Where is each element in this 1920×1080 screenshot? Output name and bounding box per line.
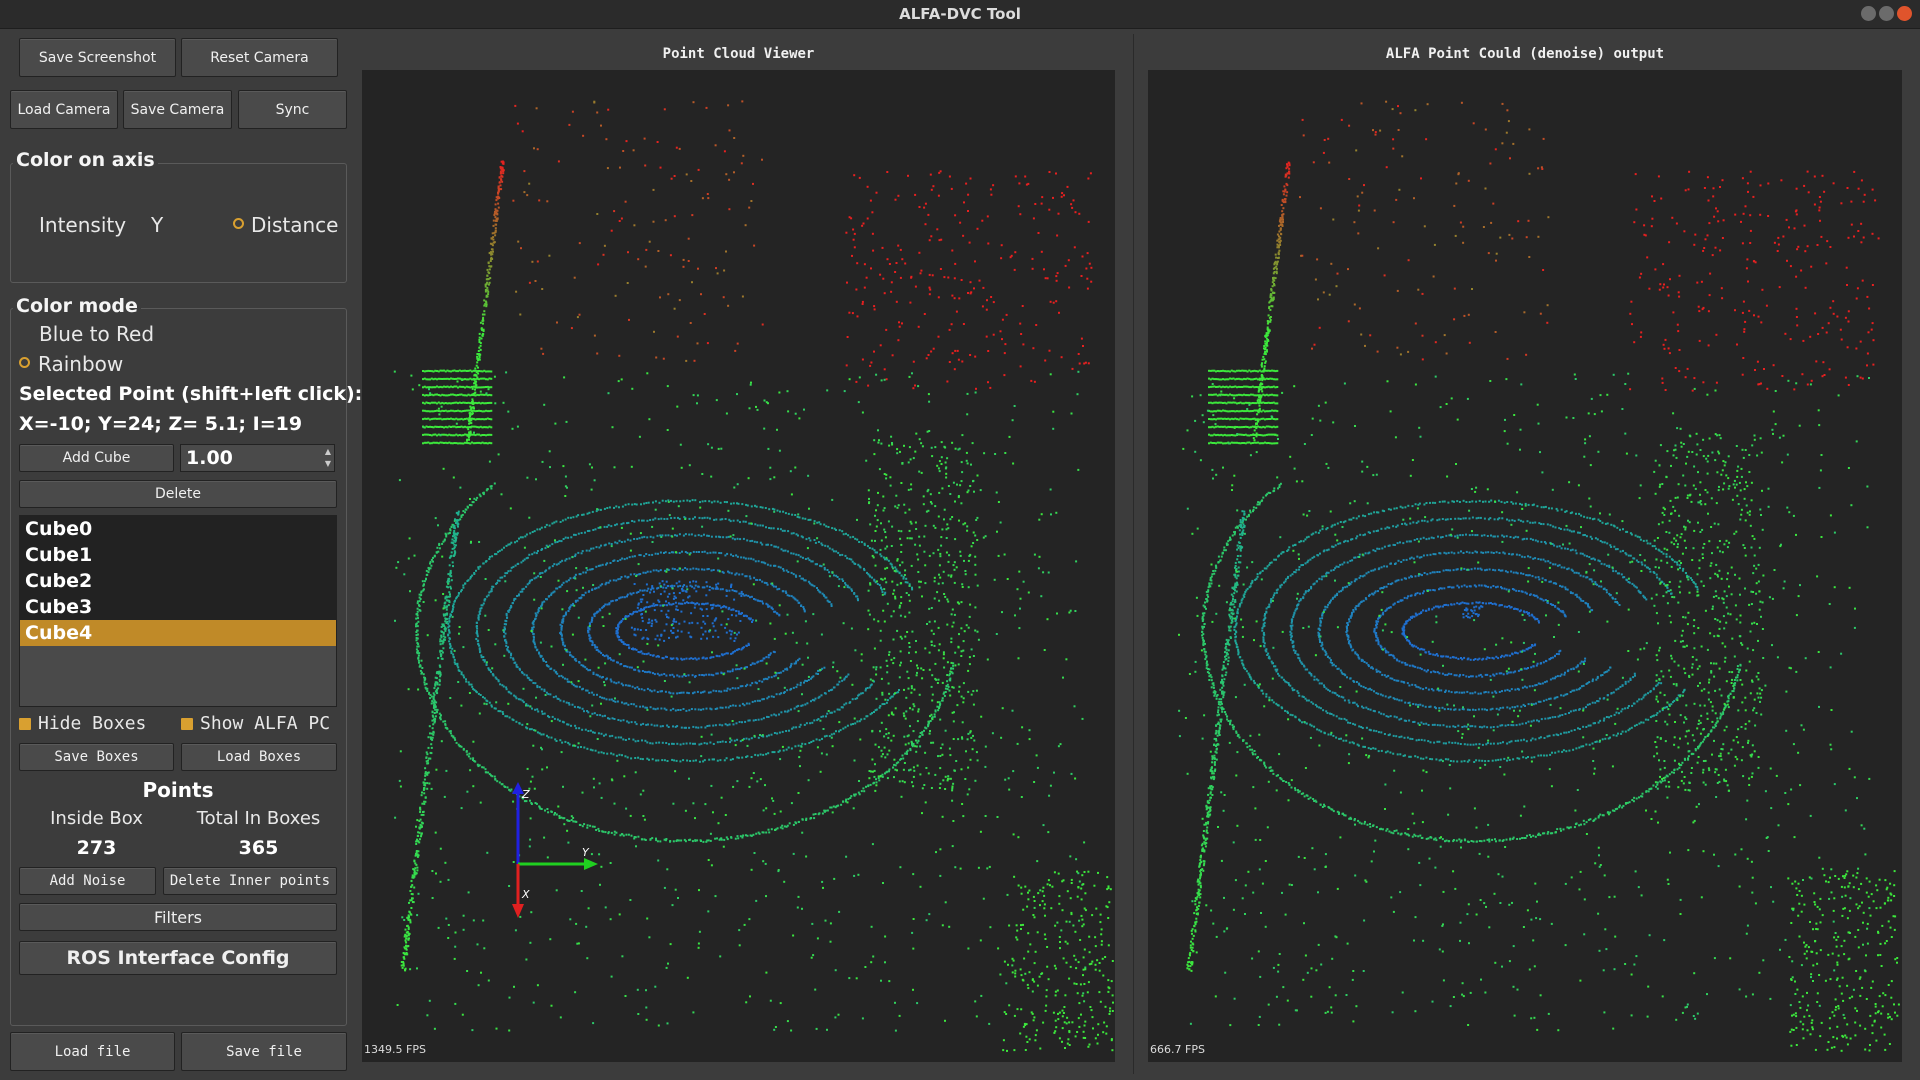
x-axis-arrow — [512, 904, 524, 918]
cube-list-item[interactable]: Cube1 — [20, 542, 336, 568]
inside-box-label: Inside Box — [50, 808, 143, 829]
denoise-output-viewer-title: ALFA Point Could (denoise) output — [1385, 46, 1665, 62]
distance-radio[interactable] — [233, 218, 244, 229]
blue-to-red-option[interactable]: Blue to Red — [39, 322, 154, 346]
color-mode-label: Color mode — [13, 295, 141, 317]
save-file-button[interactable]: Save file — [181, 1032, 347, 1071]
color-on-axis-label: Color on axis — [13, 149, 158, 171]
inside-box-value: 273 — [76, 837, 117, 859]
save-boxes-button[interactable]: Save Boxes — [19, 743, 174, 771]
save-screenshot-button[interactable]: Save Screenshot — [19, 38, 176, 77]
ros-interface-config-button[interactable]: ROS Interface Config — [19, 941, 337, 975]
point-cloud-viewer[interactable]: Z Y X 1349.5 FPS — [362, 70, 1115, 1062]
cube-list-item[interactable]: Cube4 — [20, 620, 336, 646]
reset-camera-button[interactable]: Reset Camera — [181, 38, 338, 77]
hide-boxes-label[interactable]: Hide Boxes — [38, 713, 146, 734]
distance-option[interactable]: Distance — [251, 213, 338, 237]
load-file-button[interactable]: Load file — [10, 1032, 175, 1071]
selected-point-value: X=-10; Y=24; Z= 5.1; I=19 — [19, 413, 303, 435]
load-camera-button[interactable]: Load Camera — [10, 90, 118, 129]
minimize-icon[interactable] — [1861, 6, 1876, 21]
y-axis-label: Y — [582, 846, 589, 859]
maximize-icon[interactable] — [1879, 6, 1894, 21]
denoise-output-viewer[interactable]: 666.7 FPS — [1148, 70, 1902, 1062]
points-label: Points — [142, 778, 214, 802]
show-alfa-pc-checkbox[interactable] — [181, 718, 193, 730]
title-bar: ALFA-DVC Tool — [0, 0, 1920, 29]
cube-list-item[interactable]: Cube3 — [20, 594, 336, 620]
fps-counter: 666.7 FPS — [1150, 1043, 1205, 1056]
hide-boxes-checkbox[interactable] — [19, 718, 31, 730]
x-axis-label: X — [522, 888, 530, 901]
delete-inner-points-button[interactable]: Delete Inner points — [163, 867, 337, 895]
cube-size-value: 1.00 — [186, 447, 233, 469]
cube-list[interactable]: Cube0 Cube1 Cube2 Cube3 Cube4 — [19, 515, 337, 707]
denoise-point-cloud-canvas[interactable] — [1148, 70, 1902, 1062]
window-title: ALFA-DVC Tool — [899, 5, 1021, 23]
add-cube-button[interactable]: Add Cube — [19, 444, 174, 472]
y-axis-arrow — [584, 858, 598, 870]
add-noise-button[interactable]: Add Noise — [19, 867, 156, 895]
chevron-down-icon[interactable]: ▼ — [325, 459, 331, 468]
delete-button[interactable]: Delete — [19, 480, 337, 508]
intensity-option[interactable]: Intensity — [39, 213, 126, 237]
cube-list-item[interactable]: Cube2 — [20, 568, 336, 594]
load-boxes-button[interactable]: Load Boxes — [181, 743, 337, 771]
close-icon[interactable] — [1897, 6, 1912, 21]
show-alfa-pc-label[interactable]: Show ALFA PC — [200, 713, 330, 734]
rainbow-option[interactable]: Rainbow — [38, 352, 123, 376]
rainbow-radio[interactable] — [19, 357, 30, 368]
save-camera-button[interactable]: Save Camera — [123, 90, 232, 129]
selected-point-label: Selected Point (shift+left click): — [19, 383, 363, 405]
sync-button[interactable]: Sync — [238, 90, 347, 129]
axis-gizmo — [512, 782, 598, 918]
point-cloud-viewer-title: Point Cloud Viewer — [662, 46, 815, 62]
chevron-up-icon[interactable]: ▲ — [325, 447, 331, 456]
total-in-boxes-label: Total In Boxes — [196, 808, 321, 829]
z-axis-label: Z — [522, 788, 530, 801]
cube-size-spinbox[interactable]: 1.00 ▲ ▼ — [180, 444, 335, 472]
cube-list-item[interactable]: Cube0 — [20, 516, 336, 542]
total-in-boxes-value: 365 — [238, 837, 279, 859]
splitter[interactable] — [1133, 34, 1134, 1074]
filters-button[interactable]: Filters — [19, 903, 337, 931]
fps-counter: 1349.5 FPS — [364, 1043, 426, 1056]
y-option[interactable]: Y — [151, 213, 163, 237]
